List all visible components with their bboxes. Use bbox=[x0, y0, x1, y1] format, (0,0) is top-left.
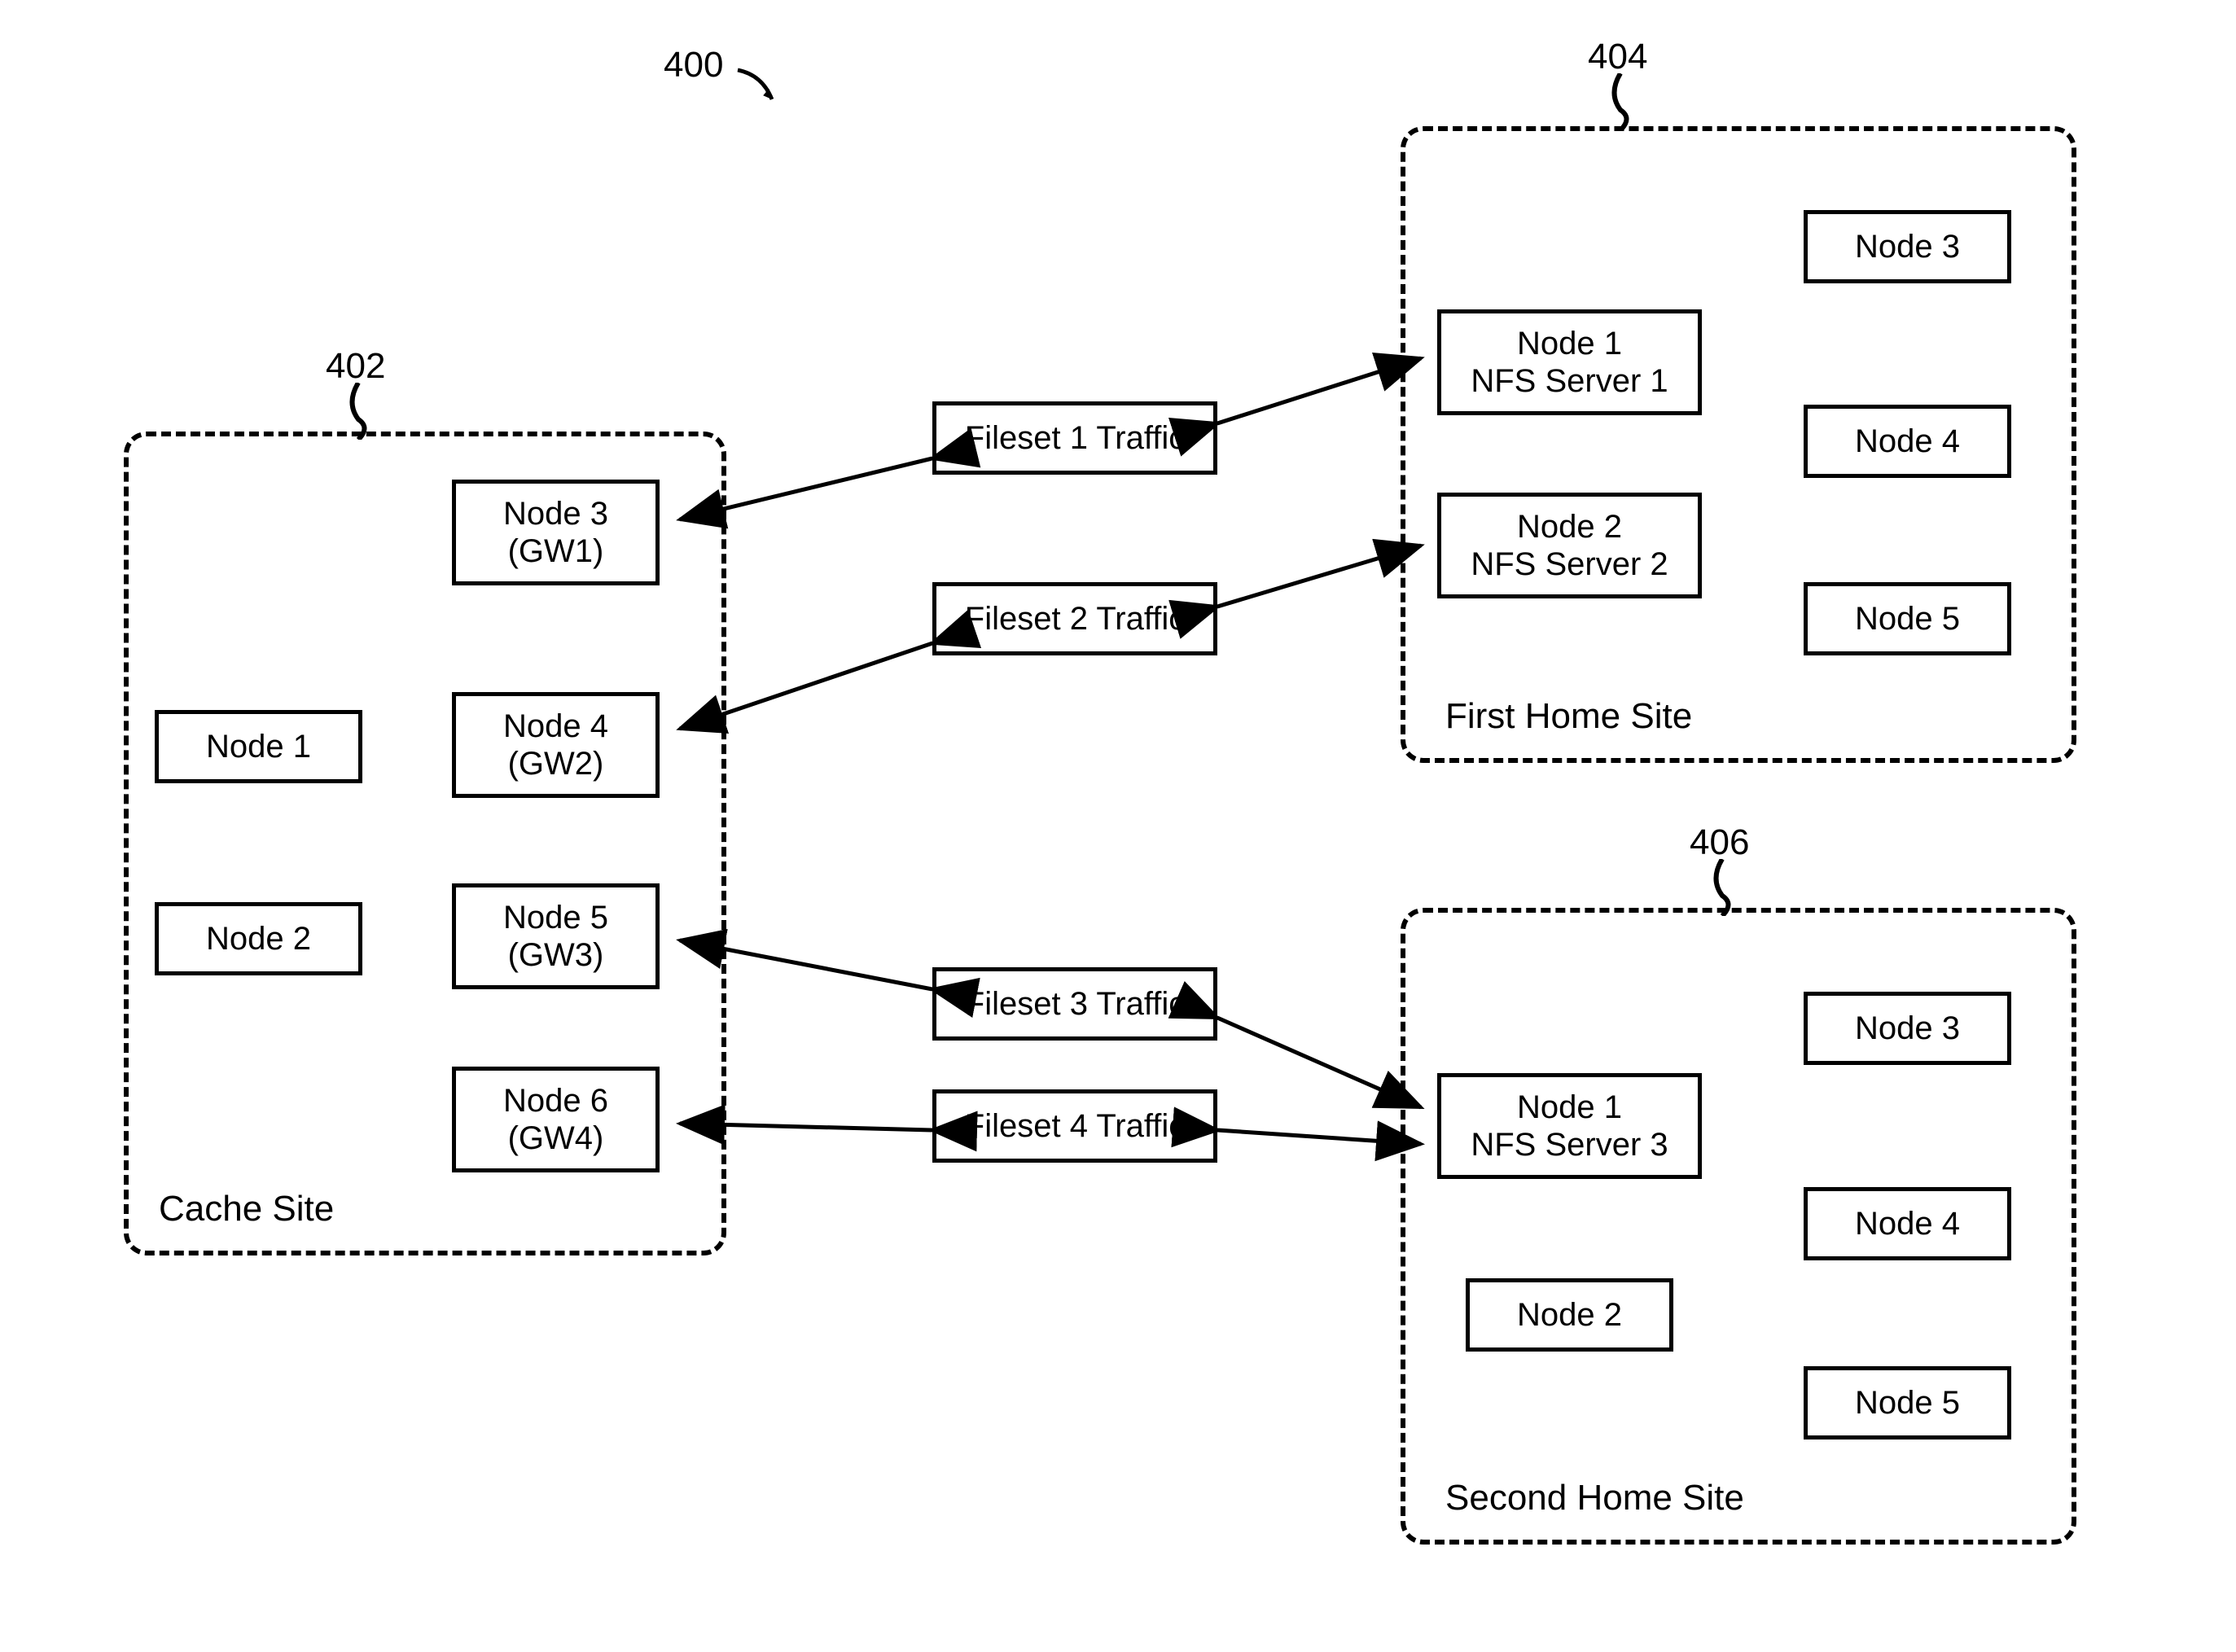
node-cache-1: Node 1 bbox=[155, 710, 362, 783]
node-label-line2: (GW3) bbox=[508, 937, 604, 973]
node-label: Node 3 bbox=[1855, 1010, 1960, 1047]
node-label-line1: Node 3 bbox=[503, 496, 608, 532]
node-home1-2-nfs2: Node 2 NFS Server 2 bbox=[1437, 493, 1702, 598]
node-cache-6-gw4: Node 6 (GW4) bbox=[452, 1067, 660, 1172]
node-home1-5: Node 5 bbox=[1804, 582, 2011, 655]
arrow-400 bbox=[733, 65, 782, 114]
fileset4-traffic: Fileset 4 Traffic bbox=[932, 1089, 1217, 1163]
node-label-line2: NFS Server 2 bbox=[1471, 546, 1668, 582]
node-cache-5-gw3: Node 5 (GW3) bbox=[452, 883, 660, 989]
second-home-site-label: Second Home Site bbox=[1445, 1478, 1744, 1518]
ref-404: 404 bbox=[1588, 37, 1647, 77]
node-home2-3: Node 3 bbox=[1804, 992, 2011, 1065]
node-label: Node 1 bbox=[206, 728, 311, 765]
node-cache-3-gw1: Node 3 (GW1) bbox=[452, 480, 660, 585]
node-label: Node 2 bbox=[206, 920, 311, 957]
node-cache-4-gw2: Node 4 (GW2) bbox=[452, 692, 660, 798]
node-cache-2: Node 2 bbox=[155, 902, 362, 975]
tick-404 bbox=[1604, 73, 1637, 130]
node-home2-2: Node 2 bbox=[1466, 1278, 1673, 1352]
first-home-site-label: First Home Site bbox=[1445, 696, 1692, 737]
node-label-line2: (GW2) bbox=[508, 746, 604, 782]
cache-site-label: Cache Site bbox=[159, 1189, 334, 1229]
traffic-label: Fileset 1 Traffic bbox=[965, 419, 1185, 457]
node-home2-1-nfs3: Node 1 NFS Server 3 bbox=[1437, 1073, 1702, 1179]
fileset3-traffic: Fileset 3 Traffic bbox=[932, 967, 1217, 1041]
node-label-line2: (GW4) bbox=[508, 1120, 604, 1156]
fileset2-traffic: Fileset 2 Traffic bbox=[932, 582, 1217, 655]
node-home1-4: Node 4 bbox=[1804, 405, 2011, 478]
node-label-line1: Node 2 bbox=[1517, 509, 1622, 545]
node-label: Node 2 bbox=[1517, 1296, 1622, 1334]
node-label-line2: (GW1) bbox=[508, 533, 604, 569]
ref-406: 406 bbox=[1690, 822, 1749, 863]
node-home2-5: Node 5 bbox=[1804, 1366, 2011, 1439]
node-label-line2: NFS Server 3 bbox=[1471, 1127, 1668, 1163]
node-label-line1: Node 1 bbox=[1517, 1089, 1622, 1125]
ref-400: 400 bbox=[664, 45, 723, 85]
node-label-line1: Node 6 bbox=[503, 1083, 608, 1119]
fileset1-traffic: Fileset 1 Traffic bbox=[932, 401, 1217, 475]
traffic-label: Fileset 2 Traffic bbox=[965, 600, 1185, 638]
node-label-line2: NFS Server 1 bbox=[1471, 363, 1668, 399]
node-home1-3: Node 3 bbox=[1804, 210, 2011, 283]
node-label: Node 4 bbox=[1855, 423, 1960, 460]
node-label: Node 5 bbox=[1855, 1384, 1960, 1422]
node-label-line1: Node 5 bbox=[503, 900, 608, 936]
ref-402: 402 bbox=[326, 346, 385, 387]
traffic-label: Fileset 3 Traffic bbox=[965, 985, 1185, 1023]
node-home1-1-nfs1: Node 1 NFS Server 1 bbox=[1437, 309, 1702, 415]
node-label: Node 4 bbox=[1855, 1205, 1960, 1242]
node-label-line1: Node 4 bbox=[503, 708, 608, 744]
node-label: Node 5 bbox=[1855, 600, 1960, 638]
node-label-line1: Node 1 bbox=[1517, 326, 1622, 362]
node-label: Node 3 bbox=[1855, 228, 1960, 265]
traffic-label: Fileset 4 Traffic bbox=[965, 1107, 1185, 1145]
node-home2-4: Node 4 bbox=[1804, 1187, 2011, 1260]
